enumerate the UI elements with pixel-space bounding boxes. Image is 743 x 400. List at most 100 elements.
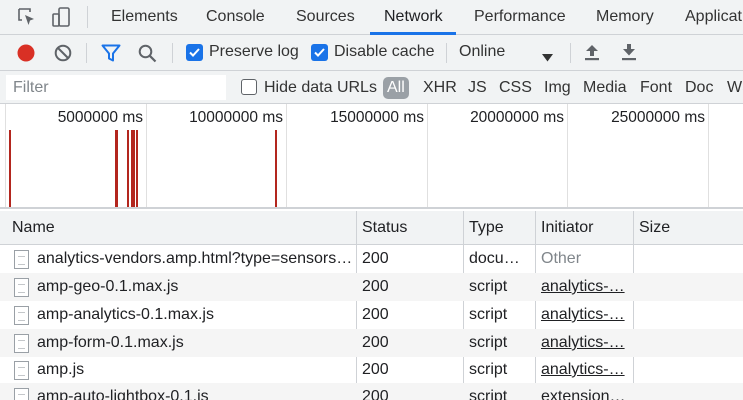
filter-icon[interactable] bbox=[101, 44, 121, 67]
filter-type-img[interactable]: Img bbox=[544, 77, 571, 99]
request-name: amp-analytics-0.1.max.js bbox=[37, 306, 214, 323]
overview-request-bar bbox=[136, 130, 138, 207]
request-name: amp-auto-lightbox-0.1.js bbox=[37, 388, 209, 400]
network-toolbar: Preserve log Disable cache Online bbox=[0, 35, 743, 71]
request-status: 200 bbox=[362, 361, 389, 378]
filter-type-ws[interactable]: WS bbox=[727, 77, 743, 99]
overview-tick-label: 5000000 ms bbox=[57, 109, 143, 126]
disable-cache-checkbox[interactable] bbox=[311, 44, 328, 61]
script-file-icon bbox=[14, 278, 29, 297]
request-initiator-link[interactable]: analytics-… bbox=[541, 301, 625, 329]
table-row[interactable]: amp-form-0.1.max.js 200 script analytics… bbox=[0, 329, 743, 357]
clear-icon[interactable] bbox=[54, 44, 72, 67]
filter-type-media[interactable]: Media bbox=[583, 77, 627, 99]
tab-application[interactable]: Applicat bbox=[685, 0, 742, 35]
throttling-select[interactable]: Online bbox=[459, 43, 505, 61]
toolbar-divider bbox=[446, 43, 447, 63]
overview-tick-label: 25000000 ms bbox=[611, 109, 705, 126]
request-status: 200 bbox=[362, 306, 389, 323]
filter-type-all[interactable]: All bbox=[383, 77, 409, 99]
overview-request-bar bbox=[115, 130, 118, 207]
search-icon[interactable] bbox=[138, 44, 157, 68]
record-icon[interactable] bbox=[17, 44, 35, 67]
filter-type-font[interactable]: Font bbox=[640, 77, 672, 99]
table-row[interactable]: amp-geo-0.1.max.js 200 script analytics-… bbox=[0, 273, 743, 301]
overview-tick-label: 10000000 ms bbox=[189, 109, 283, 126]
filter-type-css[interactable]: CSS bbox=[499, 77, 532, 99]
hide-data-urls-label: Hide data URLs bbox=[264, 79, 377, 96]
tab-bar-divider bbox=[87, 6, 88, 28]
overview-gridline bbox=[427, 104, 428, 207]
request-type: script bbox=[469, 334, 508, 351]
filter-type-js[interactable]: JS bbox=[468, 77, 487, 99]
request-type: script bbox=[469, 306, 508, 323]
overview-request-bar bbox=[9, 130, 11, 207]
overview-tick-label: 15000000 ms bbox=[330, 109, 424, 126]
upload-icon[interactable] bbox=[584, 43, 600, 67]
script-file-icon bbox=[14, 334, 29, 353]
request-initiator-link[interactable]: analytics-… bbox=[541, 273, 625, 301]
tab-performance[interactable]: Performance bbox=[474, 0, 566, 35]
script-file-icon bbox=[14, 388, 29, 400]
download-icon[interactable] bbox=[621, 43, 637, 67]
request-name: analytics-vendors.amp.html?type=sensors… bbox=[37, 250, 353, 267]
filter-input[interactable] bbox=[6, 75, 226, 100]
tab-network[interactable]: Network bbox=[384, 0, 443, 35]
tab-elements[interactable]: Elements bbox=[111, 0, 178, 35]
overview-request-bar bbox=[127, 130, 129, 207]
tab-memory[interactable]: Memory bbox=[596, 0, 654, 35]
column-header-status[interactable]: Status bbox=[356, 211, 407, 245]
request-type: docu… bbox=[469, 250, 520, 267]
request-name: amp-form-0.1.max.js bbox=[37, 334, 184, 351]
toolbar-divider bbox=[172, 43, 173, 63]
tab-console[interactable]: Console bbox=[206, 0, 265, 35]
document-file-icon bbox=[14, 250, 29, 269]
column-header-type[interactable]: Type bbox=[463, 211, 504, 245]
table-row[interactable]: amp-auto-lightbox-0.1.js 200 script exte… bbox=[0, 383, 743, 400]
overview-request-bar bbox=[275, 130, 277, 207]
overview-tick-label: 20000000 ms bbox=[470, 109, 564, 126]
network-overview[interactable]: 5000000 ms 10000000 ms 15000000 ms 20000… bbox=[0, 104, 743, 209]
device-toolbar-icon[interactable] bbox=[50, 6, 72, 28]
filter-type-doc[interactable]: Doc bbox=[685, 77, 713, 99]
filter-type-xhr[interactable]: XHR bbox=[423, 77, 457, 99]
request-initiator-link[interactable]: extension… bbox=[541, 383, 626, 400]
toolbar-divider bbox=[570, 43, 571, 63]
overview-gridline bbox=[146, 104, 147, 207]
request-type: script bbox=[469, 278, 508, 295]
disable-cache-label: Disable cache bbox=[334, 43, 435, 60]
inspect-element-icon[interactable] bbox=[16, 6, 38, 28]
column-header-size[interactable]: Size bbox=[633, 211, 670, 245]
request-status: 200 bbox=[362, 250, 389, 267]
hide-data-urls-checkbox[interactable] bbox=[241, 79, 257, 95]
table-row[interactable]: analytics-vendors.amp.html?type=sensors…… bbox=[0, 245, 743, 273]
request-name: amp-geo-0.1.max.js bbox=[37, 278, 179, 295]
overview-gridline bbox=[286, 104, 287, 207]
request-type: script bbox=[469, 361, 508, 378]
filter-bar: Hide data URLs All XHR JS CSS Img Media … bbox=[0, 71, 743, 104]
overview-gridline bbox=[708, 104, 709, 207]
request-name: amp.js bbox=[37, 361, 85, 378]
request-type: script bbox=[469, 388, 508, 400]
script-file-icon bbox=[14, 361, 29, 380]
column-header-initiator[interactable]: Initiator bbox=[535, 211, 593, 245]
request-initiator-link[interactable]: analytics-… bbox=[541, 356, 625, 384]
table-row[interactable]: amp-analytics-0.1.max.js 200 script anal… bbox=[0, 301, 743, 329]
toolbar-divider bbox=[86, 43, 87, 63]
overview-gridline bbox=[567, 104, 568, 207]
table-row[interactable]: amp.js 200 script analytics-… bbox=[0, 356, 743, 384]
dropdown-arrow-icon[interactable] bbox=[542, 49, 553, 67]
column-header-name[interactable]: Name bbox=[6, 211, 55, 245]
devtools-tab-bar: Elements Console Sources Network Perform… bbox=[0, 0, 743, 35]
request-initiator: Other bbox=[541, 250, 582, 267]
preserve-log-checkbox[interactable] bbox=[186, 44, 203, 61]
request-table-header: Name Status Type Initiator Size bbox=[0, 211, 743, 245]
request-status: 200 bbox=[362, 278, 389, 295]
overview-gridline bbox=[5, 104, 6, 207]
script-file-icon bbox=[14, 306, 29, 325]
tab-sources[interactable]: Sources bbox=[296, 0, 355, 35]
request-initiator-link[interactable]: analytics-… bbox=[541, 329, 625, 357]
overview-request-bar bbox=[131, 130, 135, 207]
request-status: 200 bbox=[362, 388, 389, 400]
request-status: 200 bbox=[362, 334, 389, 351]
